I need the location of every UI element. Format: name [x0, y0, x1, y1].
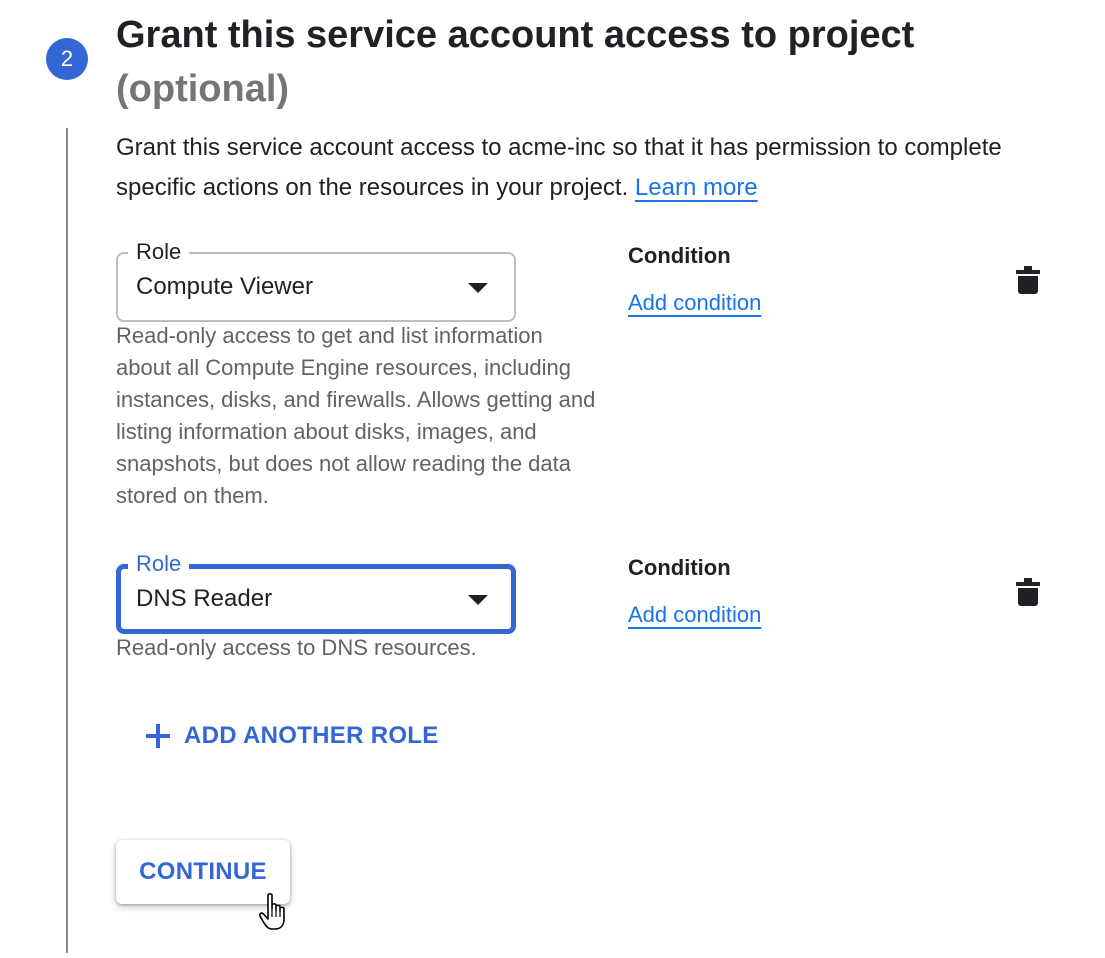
condition-title: Condition: [628, 555, 731, 580]
step-optional-label: (optional): [116, 68, 290, 110]
step-title: Grant this service account access to pro…: [116, 14, 915, 56]
step-connector-line: [66, 128, 68, 953]
role-select-dns-reader[interactable]: Role DNS Reader: [116, 550, 516, 634]
role-selected-value: Compute Viewer: [136, 273, 313, 300]
add-condition-link[interactable]: Add condition: [628, 600, 761, 630]
role-description: Read-only access to get and list informa…: [116, 323, 596, 508]
role-field-label: Role: [128, 550, 190, 578]
add-another-role-button[interactable]: ADD ANOTHER ROLE: [146, 716, 439, 756]
role-description: Read-only access to DNS resources.: [116, 635, 477, 660]
add-another-role-label: ADD ANOTHER ROLE: [184, 722, 439, 749]
role-field-label: Role: [128, 238, 190, 266]
trash-icon[interactable]: [1016, 578, 1040, 608]
role-select-compute-viewer[interactable]: Role Compute Viewer: [116, 238, 516, 322]
description-text: Grant this service account access to acm…: [116, 134, 1002, 201]
dropdown-caret-icon: [468, 283, 488, 293]
step-description: Grant this service account access to acm…: [116, 128, 1016, 208]
add-condition-link[interactable]: Add condition: [628, 288, 761, 318]
role-selected-value: DNS Reader: [136, 585, 273, 612]
plus-icon: [146, 724, 170, 748]
step-number-badge: 2: [46, 38, 88, 80]
trash-icon[interactable]: [1016, 266, 1040, 296]
dropdown-caret-icon: [468, 595, 488, 605]
learn-more-link[interactable]: Learn more: [635, 174, 758, 201]
condition-title: Condition: [628, 243, 731, 268]
hand-pointer-cursor-icon: [258, 893, 285, 930]
grant-access-step: 2 Grant this service account access to p…: [0, 0, 1105, 958]
